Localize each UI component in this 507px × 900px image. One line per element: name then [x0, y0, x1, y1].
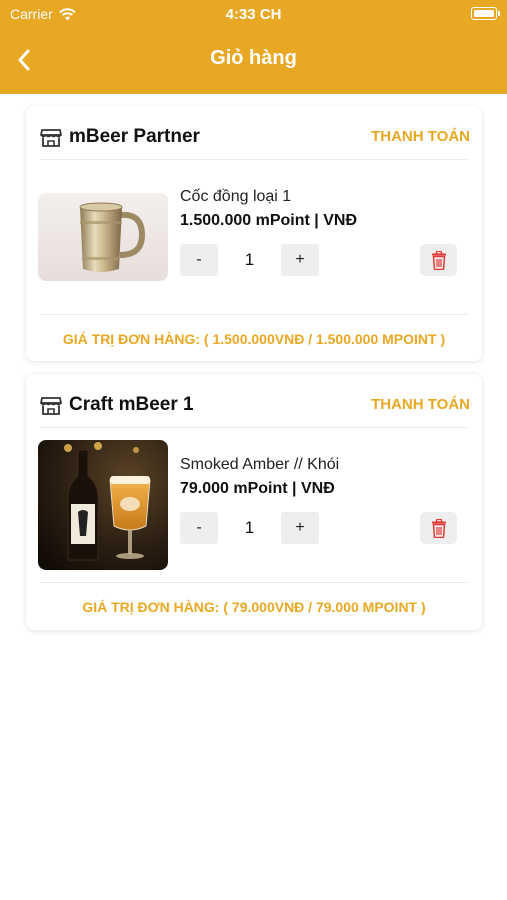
shop-name: Craft mBeer 1 [69, 394, 194, 415]
product-name: Cốc đồng loại 1 [180, 188, 292, 205]
checkout-button[interactable]: THANH TOÁN [371, 128, 470, 145]
shop-header: mBeer Partner THANH TOÁN [40, 126, 470, 152]
beer-photo-image [38, 440, 168, 570]
quantity-stepper: - 1 + [180, 244, 319, 276]
copper-mug-image [38, 193, 168, 281]
product-price: 79.000 mPoint | VNĐ [180, 480, 335, 497]
battery-icon [471, 7, 500, 20]
quantity-value[interactable]: 1 [218, 244, 281, 276]
decrease-button[interactable]: - [180, 512, 218, 544]
nav-bar: Giỏ hàng [0, 36, 507, 84]
product-price: 1.500.000 mPoint | VNĐ [180, 212, 357, 229]
header: Carrier 4:33 CH Giỏ hàng [0, 0, 507, 94]
delete-button[interactable] [420, 244, 457, 276]
store-icon [40, 129, 62, 147]
divider [40, 314, 468, 315]
divider [40, 427, 468, 428]
delete-button[interactable] [420, 512, 457, 544]
trash-icon [431, 518, 446, 538]
divider [40, 159, 468, 160]
product-image [38, 193, 168, 281]
shop-card: mBeer Partner THANH TOÁN Cốc đồng loại 1… [26, 106, 482, 361]
product-name: Smoked Amber // Khói [180, 456, 340, 473]
shop-card: Craft mBeer 1 THANH TOÁN Smoked Amber //… [26, 374, 482, 630]
increase-button[interactable]: + [281, 512, 319, 544]
divider [40, 582, 468, 583]
decrease-button[interactable]: - [180, 244, 218, 276]
quantity-value[interactable]: 1 [218, 512, 281, 544]
order-total: GIÁ TRỊ ĐƠN HÀNG: ( 79.000VNĐ / 79.000 M… [82, 599, 426, 615]
quantity-stepper: - 1 + [180, 512, 319, 544]
status-bar: Carrier 4:33 CH [0, 0, 507, 30]
product-image [38, 440, 168, 570]
page-title: Giỏ hàng [210, 47, 297, 69]
store-icon [40, 397, 62, 415]
shop-header: Craft mBeer 1 THANH TOÁN [40, 394, 470, 420]
order-total: GIÁ TRỊ ĐƠN HÀNG: ( 1.500.000VNĐ / 1.500… [62, 331, 446, 347]
increase-button[interactable]: + [281, 244, 319, 276]
status-time: 4:33 CH [225, 6, 282, 23]
checkout-button[interactable]: THANH TOÁN [371, 396, 470, 413]
shop-name: mBeer Partner [69, 126, 200, 147]
trash-icon [431, 250, 446, 270]
